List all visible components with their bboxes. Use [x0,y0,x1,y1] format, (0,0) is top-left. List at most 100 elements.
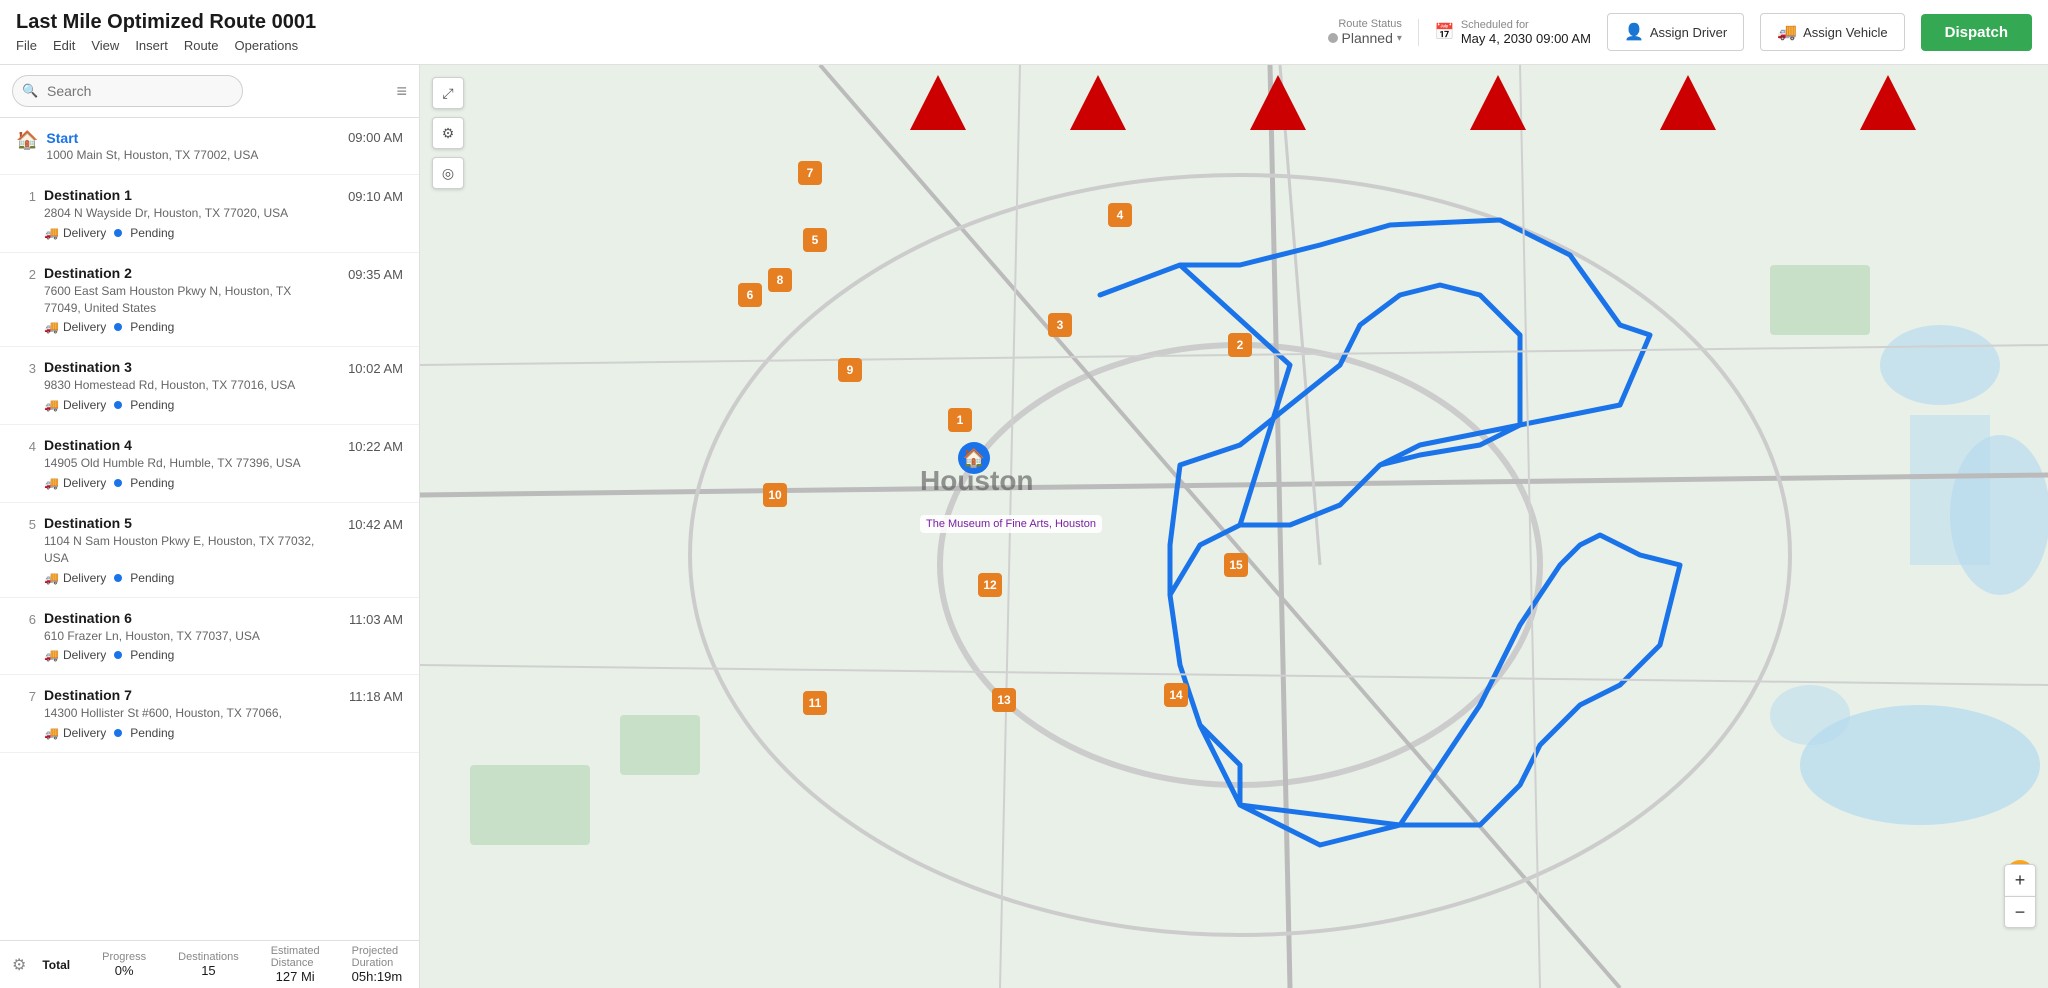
assign-driver-button[interactable]: 👤 Assign Driver [1607,13,1744,51]
status-dot [114,729,122,737]
scheduled-text: Scheduled for May 4, 2030 09:00 AM [1461,19,1591,46]
pending-status: Pending [130,476,174,490]
stop-number: 4 [16,439,36,454]
menu-view[interactable]: View [91,38,119,53]
main: ≡ 🏠 Start 1000 Main St, Houston, TX 7700… [0,65,2048,988]
map-marker-2[interactable]: 2 [1228,333,1252,357]
stop-content: Destination 4 14905 Old Humble Rd, Humbl… [44,437,315,490]
stop-number: 7 [16,689,36,704]
map-marker-12[interactable]: 12 [978,573,1002,597]
stop-tags: 🚚 Delivery Pending [44,398,315,412]
pending-status: Pending [130,726,174,740]
status-dot [1328,33,1338,43]
stop-tags: 🚚 Delivery Pending [44,648,315,662]
status-dot [114,229,122,237]
red-arrow-4 [1470,75,1526,130]
assign-vehicle-button[interactable]: 🚚 Assign Vehicle [1760,13,1904,51]
home-marker[interactable]: 🏠 [958,442,990,474]
map-marker-13[interactable]: 13 [992,688,1016,712]
header: Last Mile Optimized Route 0001 File Edit… [0,0,2048,65]
menu-insert[interactable]: Insert [135,38,168,53]
stop-item[interactable]: 7 Destination 7 14300 Hollister St #600,… [0,675,419,753]
menu-edit[interactable]: Edit [53,38,75,53]
gear-icon[interactable]: ⚙ [12,955,26,975]
route-status-value[interactable]: Planned ▾ [1328,30,1402,46]
stop-item[interactable]: 4 Destination 4 14905 Old Humble Rd, Hum… [0,425,419,503]
stat-value: 0% [115,963,134,978]
red-arrow-6 [1860,75,1916,130]
stop-content: Destination 1 2804 N Wayside Dr, Houston… [44,187,315,240]
search-wrapper [12,75,388,107]
stop-name: Destination 5 [44,515,315,531]
start-stop[interactable]: 🏠 Start 1000 Main St, Houston, TX 77002,… [0,118,419,175]
stop-time: 10:42 AM [323,517,403,532]
stop-name: Destination 4 [44,437,315,453]
status-dot [114,651,122,659]
map-marker-5[interactable]: 5 [803,228,827,252]
stop-name: Destination 1 [44,187,315,203]
stop-address: 2804 N Wayside Dr, Houston, TX 77020, US… [44,205,315,222]
stop-address: 14905 Old Humble Rd, Humble, TX 77396, U… [44,455,315,472]
home-icon: 🏠 [16,130,38,151]
zoom-in-button[interactable]: + [2004,864,2036,896]
menu-route[interactable]: Route [184,38,219,53]
stat-value: 15 [201,963,215,978]
filter-icon[interactable]: ≡ [396,81,407,102]
app-title: Last Mile Optimized Route 0001 [16,11,316,34]
stop-item[interactable]: 6 Destination 6 610 Frazer Ln, Houston, … [0,598,419,676]
pending-status: Pending [130,320,174,334]
chevron-down-icon: ▾ [1397,33,1402,44]
map-marker-11[interactable]: 11 [803,691,827,715]
red-arrow-5 [1660,75,1716,130]
menu-file[interactable]: File [16,38,37,53]
map-marker-3[interactable]: 3 [1048,313,1072,337]
assign-driver-label: Assign Driver [1650,25,1727,40]
stat-value: 05h:19m [352,969,403,984]
map-marker-9[interactable]: 9 [838,358,862,382]
map-marker-10[interactable]: 10 [763,483,787,507]
title-area: Last Mile Optimized Route 0001 File Edit… [16,11,316,53]
sidebar: ≡ 🏠 Start 1000 Main St, Houston, TX 7700… [0,65,420,988]
start-name: Start [46,130,315,146]
stat-label: Estimated Distance [271,945,320,969]
map-marker-7[interactable]: 7 [798,161,822,185]
stop-item[interactable]: 3 Destination 3 9830 Homestead Rd, Houst… [0,347,419,425]
expand-icon[interactable]: ⤢ [432,77,464,109]
stop-item[interactable]: 5 Destination 5 1104 N Sam Houston Pkwy … [0,503,419,598]
start-time: 09:00 AM [323,130,403,145]
stop-time: 10:02 AM [323,361,403,376]
stop-item[interactable]: 2 Destination 2 7600 East Sam Houston Pk… [0,253,419,348]
settings-icon[interactable]: ⚙ [432,117,464,149]
map-marker-4[interactable]: 4 [1108,203,1132,227]
delivery-tag: 🚚 Delivery [44,571,106,585]
zoom-out-button[interactable]: − [2004,896,2036,928]
stop-number: 3 [16,361,36,376]
delivery-tag: 🚚 Delivery [44,476,106,490]
stop-number: 5 [16,517,36,532]
map-marker-8[interactable]: 8 [768,268,792,292]
stop-tags: 🚚 Delivery Pending [44,476,315,490]
delivery-tag: 🚚 Delivery [44,226,106,240]
delivery-tag: 🚚 Delivery [44,320,106,334]
stop-tags: 🚚 Delivery Pending [44,571,315,585]
map-controls: ⤢ ⚙ ◎ [432,77,464,189]
footer-stat-duration: Projected Duration 05h:19m [352,945,403,984]
vehicle-icon: 🚚 [1777,22,1797,42]
stop-content: Destination 5 1104 N Sam Houston Pkwy E,… [44,515,315,585]
person-icon: 👤 [1624,22,1644,42]
search-input[interactable] [12,75,243,107]
map-area[interactable]: ⤢ ⚙ ◎ Houston The Museum of Fine Arts, H… [420,65,2048,988]
location-icon[interactable]: ◎ [432,157,464,189]
map-marker-14[interactable]: 14 [1164,683,1188,707]
route-status-area: Route Status Planned ▾ [1328,18,1402,46]
pending-status: Pending [130,226,174,240]
stop-time: 11:03 AM [323,612,403,627]
menu-operations[interactable]: Operations [235,38,299,53]
map-marker-6[interactable]: 6 [738,283,762,307]
stop-name: Destination 2 [44,265,315,281]
map-marker-15[interactable]: 15 [1224,553,1248,577]
stop-item[interactable]: 1 Destination 1 2804 N Wayside Dr, Houst… [0,175,419,253]
status-dot [114,323,122,331]
dispatch-button[interactable]: Dispatch [1921,14,2032,51]
map-marker-1[interactable]: 1 [948,408,972,432]
